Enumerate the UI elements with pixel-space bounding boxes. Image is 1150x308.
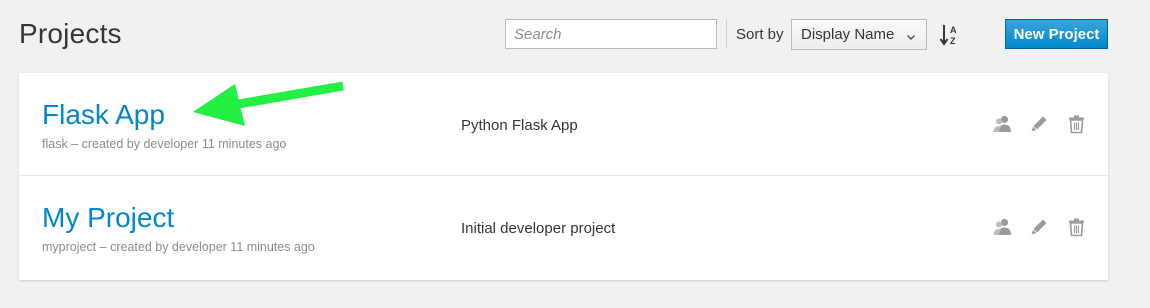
sort-by-label: Sort by xyxy=(736,26,784,43)
trash-icon[interactable] xyxy=(1067,114,1086,134)
project-description: Python Flask App xyxy=(461,117,578,134)
new-project-button[interactable]: New Project xyxy=(1005,19,1108,49)
projects-page: Projects Sort by Display Name A Z New Pr… xyxy=(0,0,1150,308)
users-icon[interactable] xyxy=(993,217,1012,237)
toolbar-divider xyxy=(726,20,727,48)
project-meta: flask – created by developer 11 minutes … xyxy=(42,137,287,151)
pencil-icon[interactable] xyxy=(1030,114,1049,134)
sort-by-selected-value: Display Name xyxy=(801,26,895,43)
sort-alpha-asc-icon[interactable]: A Z xyxy=(939,22,961,48)
sort-by-dropdown[interactable]: Display Name xyxy=(791,19,927,50)
svg-text:Z: Z xyxy=(950,36,956,46)
project-name-link[interactable]: Flask App xyxy=(42,99,165,131)
project-actions xyxy=(993,114,1086,134)
project-row: Flask App flask – created by developer 1… xyxy=(19,73,1108,176)
svg-text:A: A xyxy=(950,25,957,35)
pencil-icon[interactable] xyxy=(1030,217,1049,237)
page-title: Projects xyxy=(19,18,122,49)
trash-icon[interactable] xyxy=(1067,217,1086,237)
users-icon[interactable] xyxy=(993,114,1012,134)
project-row: My Project myproject – created by develo… xyxy=(19,176,1108,280)
chevron-down-icon xyxy=(906,29,916,46)
project-meta: myproject – created by developer 11 minu… xyxy=(42,240,315,254)
project-name-link[interactable]: My Project xyxy=(42,202,174,234)
search-input[interactable] xyxy=(505,19,717,49)
project-list: Flask App flask – created by developer 1… xyxy=(19,73,1108,280)
project-description: Initial developer project xyxy=(461,220,616,237)
project-actions xyxy=(993,217,1086,237)
